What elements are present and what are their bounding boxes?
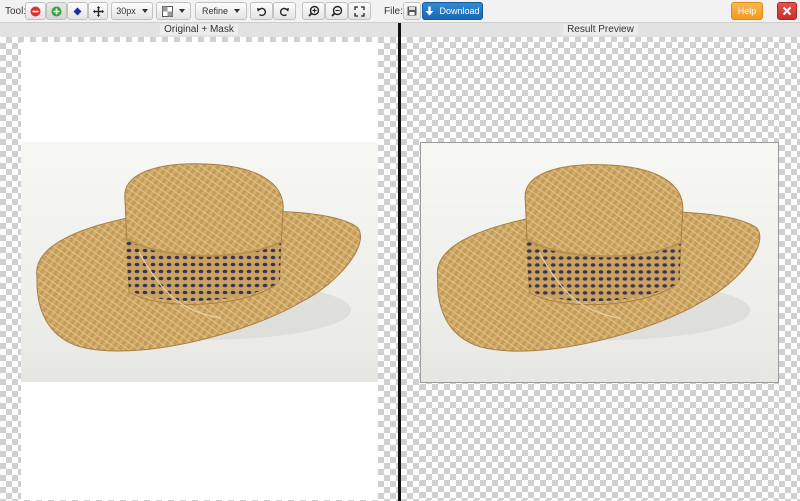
redo-icon [279,7,289,16]
remove-tool-button[interactable] [25,2,46,20]
chevron-down-icon [179,9,185,13]
toolbar: Tool: 30px Refine File: Download Help [0,0,800,23]
original-photo[interactable] [21,142,378,382]
straw-hat-image [437,164,761,352]
panel-title: Original + Mask [0,23,398,37]
result-preview-title: Result Preview [563,24,638,35]
refine-dropdown[interactable]: Refine [195,2,247,20]
straw-hat-image [36,163,361,352]
help-button[interactable]: Help [731,2,763,20]
diamond-icon [73,7,82,15]
plus-circle-icon [51,6,62,16]
save-button[interactable] [403,2,421,20]
fit-screen-button[interactable] [348,2,371,20]
minus-circle-icon [30,6,41,16]
zoom-out-button[interactable] [325,2,348,20]
result-photo[interactable] [420,142,779,383]
tool-label: Tool: [5,6,27,17]
download-label: Download [439,6,480,16]
undo-button[interactable] [250,2,273,20]
brush-size-value: 30px [116,6,136,16]
undo-icon [257,7,267,16]
zoom-out-icon [330,5,342,17]
help-label: Help [737,6,757,16]
save-icon [407,6,417,16]
view-mode-icon [162,5,173,17]
move-icon [92,5,104,17]
zoom-in-button[interactable] [302,2,325,20]
zoom-in-icon [307,5,319,17]
refine-label: Refine [201,6,228,16]
result-preview-panel: Result Preview [401,23,800,501]
view-mode-dropdown[interactable] [156,2,191,20]
panel-title: Result Preview [401,23,800,37]
brush-size-dropdown[interactable]: 30px [111,2,153,20]
fit-screen-icon [354,5,365,17]
chevron-down-icon [234,9,240,13]
pan-tool-button[interactable] [88,2,108,20]
download-arrow-icon [425,6,434,16]
close-icon [782,6,792,16]
original-mask-title: Original + Mask [160,24,238,35]
redo-button[interactable] [273,2,296,20]
close-button[interactable] [777,2,797,20]
file-label: File: [384,6,403,17]
hair-tool-button[interactable] [67,2,88,20]
keep-tool-button[interactable] [46,2,67,20]
chevron-down-icon [141,9,148,13]
download-button[interactable]: Download [422,2,483,20]
original-mask-panel: Original + Mask [0,23,398,501]
